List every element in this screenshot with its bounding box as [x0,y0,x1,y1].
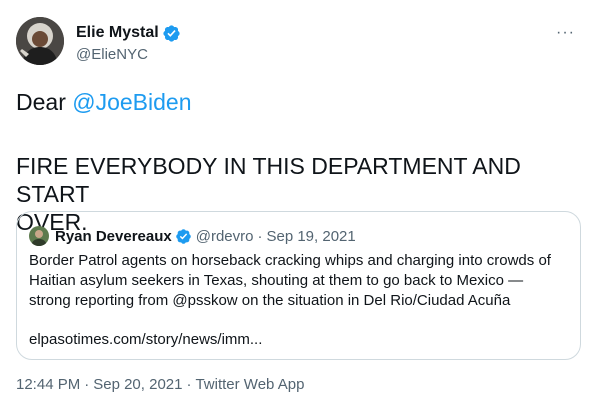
tweet-line-1: Dear @JoeBiden [16,88,579,116]
tweet-header: Elie Mystal @ElieNYC ··· [16,14,579,70]
quoted-line: strong reporting from @psskow on the sit… [29,292,511,309]
author-handle[interactable]: @ElieNYC [76,46,181,63]
tweet-card: Elie Mystal @ElieNYC ··· Dear @JoeBiden … [0,0,595,411]
verified-badge-icon [162,24,181,43]
line-spacer [16,116,579,152]
footer-separator: · [186,376,192,393]
avatar[interactable] [16,17,64,65]
quoted-line: Border Patrol agents on horseback cracki… [29,252,551,269]
quoted-link[interactable]: elpasotimes.com/story/news/imm... [29,331,262,348]
quoted-display-name[interactable]: Ryan Devereaux [55,228,172,245]
quoted-handle[interactable]: @rdevro [196,228,254,245]
tweet-source[interactable]: Twitter Web App [195,376,304,393]
quoted-tweet[interactable]: Ryan Devereaux @rdevro · Sep 19, 2021 Bo… [16,211,581,360]
verified-badge-icon [175,228,192,245]
author-names: Elie Mystal @ElieNYC [76,22,181,63]
tweet-time[interactable]: 12:44 PM [16,376,80,393]
footer-separator: · [84,376,90,393]
meta-separator: · [257,227,263,245]
quoted-tweet-header: Ryan Devereaux @rdevro · Sep 19, 2021 [29,225,356,247]
author-display-name[interactable]: Elie Mystal [76,24,159,42]
tweet-date[interactable]: Sep 20, 2021 [93,376,182,393]
tweet-line-2: FIRE EVERYBODY IN THIS DEPARTMENT AND ST… [16,153,521,207]
tweet-prefix: Dear [16,89,73,115]
quoted-avatar[interactable] [29,226,49,246]
tweet-footer: 12:44 PM · Sep 20, 2021 · Twitter Web App [16,376,304,393]
mention-link[interactable]: @JoeBiden [72,89,191,115]
more-options-icon[interactable]: ··· [556,24,575,42]
quoted-line: Haitian asylum seekers in Texas, shoutin… [29,272,524,289]
quoted-date[interactable]: Sep 19, 2021 [266,228,355,245]
quoted-tweet-text: Border Patrol agents on horseback cracki… [29,251,574,311]
